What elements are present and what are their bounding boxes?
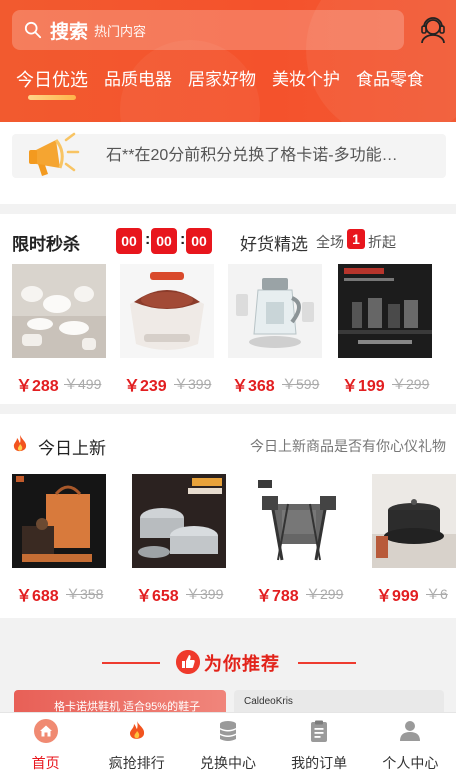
divider xyxy=(298,662,356,664)
good-picks-title[interactable]: 好货精选 xyxy=(240,230,308,255)
product-card[interactable]: ￥658 ￥399 xyxy=(132,474,232,606)
nav-home[interactable]: 首页 xyxy=(0,713,91,774)
clipboard-icon xyxy=(311,720,328,742)
user-icon xyxy=(400,721,421,741)
product-image xyxy=(372,474,456,568)
nav-exchange-center[interactable]: 兑换中心 xyxy=(182,713,273,774)
product-image xyxy=(252,474,346,568)
notice-bar[interactable]: 石**在20分前积分兑换了格卡诺-多功能… xyxy=(12,132,446,178)
product-old-price: ￥399 xyxy=(174,376,212,392)
product-price: ￥658 xyxy=(136,588,179,605)
product-price: ￥688 xyxy=(16,588,59,605)
product-image xyxy=(120,264,214,358)
nav-personal-center[interactable]: 个人中心 xyxy=(365,713,456,774)
header: 搜索 热门内容 今日优选 品质电器 居家好物 美妆个护 食品零食 xyxy=(0,0,456,122)
search-keyword: 搜索 xyxy=(50,21,89,43)
product-image xyxy=(132,474,226,568)
product-image xyxy=(228,264,322,358)
product-old-price: ￥499 xyxy=(64,376,102,392)
nav-hot-ranking[interactable]: 疯抢排行 xyxy=(91,713,182,774)
product-price: ￥788 xyxy=(256,588,299,605)
countdown-seconds: 00 xyxy=(186,228,212,254)
megaphone-icon xyxy=(29,132,80,176)
tab-beauty-care[interactable]: 美妆个护 xyxy=(272,62,340,102)
recommend-title: 为你推荐 xyxy=(204,654,280,674)
flame-icon xyxy=(129,721,144,739)
bottom-nav: 首页 疯抢排行 兑换中心 我的订单 个人中心 xyxy=(0,712,456,774)
search-icon xyxy=(24,21,42,39)
product-card[interactable]: ￥288 ￥499 xyxy=(12,264,112,395)
nav-label: 首页 xyxy=(31,755,60,771)
thumbs-up-icon xyxy=(176,650,200,674)
product-old-price: ￥399 xyxy=(186,586,224,602)
customer-service-icon[interactable] xyxy=(420,16,446,44)
product-card[interactable]: ￥788 ￥299 xyxy=(252,474,352,606)
tab-label: 食品零食 xyxy=(356,70,424,89)
tab-label: 美妆个护 xyxy=(272,70,340,89)
flame-icon xyxy=(13,435,27,452)
product-card[interactable]: ￥199 ￥299 xyxy=(338,264,438,395)
product-card[interactable]: ￥368 ￥599 xyxy=(228,264,328,395)
product-card[interactable]: ￥239 ￥399 xyxy=(120,264,220,395)
product-price: ￥999 xyxy=(376,588,419,605)
nav-my-orders[interactable]: 我的订单 xyxy=(274,713,365,774)
tab-active-indicator xyxy=(28,95,76,100)
tab-today-picks[interactable]: 今日优选 xyxy=(16,62,88,102)
discount-badge: 1 xyxy=(347,229,365,249)
recommend-section: 为你推荐 格卡诺烘鞋机 适合95%的鞋子 CaldeoKris xyxy=(0,632,456,730)
nav-label: 兑换中心 xyxy=(199,755,256,771)
tab-food-snacks[interactable]: 食品零食 xyxy=(356,62,424,102)
search-placeholder: 热门内容 xyxy=(94,23,147,39)
product-image xyxy=(12,264,106,358)
tab-label: 品质电器 xyxy=(104,70,172,89)
flash-sale-section: 限时秒杀 00 : 00 : 00 好货精选 全场 1 折起 ￥288 ￥499… xyxy=(0,214,456,404)
new-arrivals-subtitle[interactable]: 今日上新商品是否有你心仪礼物 xyxy=(250,436,446,456)
product-price: ￥288 xyxy=(16,378,59,395)
tab-quality-appliances[interactable]: 品质电器 xyxy=(104,62,172,102)
good-picks-sub: 全场 xyxy=(316,234,344,250)
notice-text: 石**在20分前积分兑换了格卡诺-多功能… xyxy=(106,147,398,164)
divider xyxy=(102,662,160,664)
countdown-separator: : xyxy=(180,231,186,248)
countdown-separator: : xyxy=(145,231,151,248)
product-card[interactable]: ￥999 ￥6 xyxy=(372,474,456,606)
nav-label: 个人中心 xyxy=(382,755,439,771)
category-tabs: 今日优选 品质电器 居家好物 美妆个护 食品零食 xyxy=(0,62,456,102)
flash-sale-title: 限时秒杀 xyxy=(12,235,80,254)
new-arrivals-title: 今日上新 xyxy=(38,439,106,458)
coins-icon xyxy=(219,721,236,741)
recommend-card-text: CaldeoKris xyxy=(244,696,293,707)
good-picks-sub: 折起 xyxy=(368,234,396,250)
product-old-price: ￥299 xyxy=(392,376,430,392)
tab-home-goods[interactable]: 居家好物 xyxy=(188,62,256,102)
countdown-minutes: 00 xyxy=(151,228,177,254)
product-card[interactable]: ￥688 ￥358 xyxy=(12,474,112,606)
countdown-hours: 00 xyxy=(116,228,142,254)
nav-label: 疯抢排行 xyxy=(108,755,165,771)
product-old-price: ￥6 xyxy=(426,586,448,602)
product-image xyxy=(12,474,106,568)
product-image xyxy=(338,264,432,358)
product-price: ￥368 xyxy=(232,378,275,395)
new-arrivals-section: 今日上新 今日上新商品是否有你心仪礼物 ￥688 ￥358 ￥658 ￥399 … xyxy=(0,414,456,618)
nav-label: 我的订单 xyxy=(291,755,348,771)
search-bar[interactable]: 搜索 热门内容 xyxy=(12,10,404,50)
tab-label: 居家好物 xyxy=(188,70,256,89)
product-price: ￥239 xyxy=(124,378,167,395)
product-price: ￥199 xyxy=(342,378,385,395)
app-page: 搜索 热门内容 今日优选 品质电器 居家好物 美妆个护 食品零食 石**在20分… xyxy=(0,0,456,774)
product-old-price: ￥599 xyxy=(282,376,320,392)
notice-section: 石**在20分前积分兑换了格卡诺-多功能… xyxy=(0,122,456,204)
tab-label: 今日优选 xyxy=(16,70,88,90)
home-icon xyxy=(33,719,58,743)
product-old-price: ￥299 xyxy=(306,586,344,602)
product-old-price: ￥358 xyxy=(66,586,104,602)
